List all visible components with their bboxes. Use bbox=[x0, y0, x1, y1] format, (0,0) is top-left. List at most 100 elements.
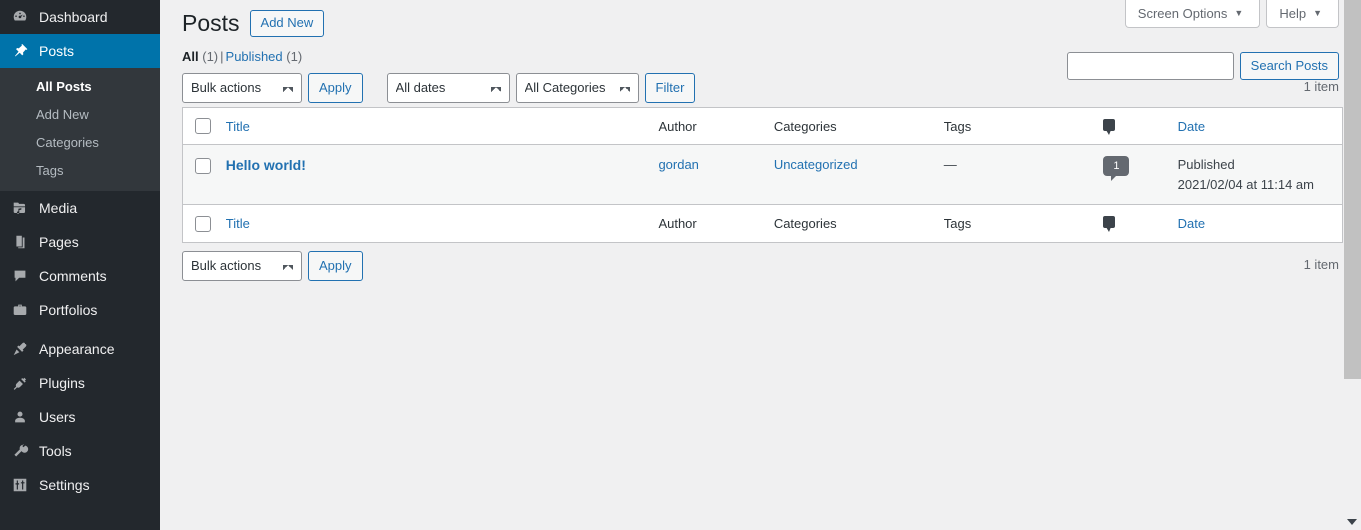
column-footer-author: Author bbox=[658, 204, 774, 243]
sidebar-item-plugins[interactable]: Plugins bbox=[0, 366, 160, 400]
view-all-count: (1) bbox=[202, 48, 219, 64]
sidebar-item-label: Users bbox=[39, 409, 76, 425]
column-header-date: Date bbox=[1177, 107, 1343, 146]
column-header-categories: Categories bbox=[773, 107, 944, 146]
sort-date-link[interactable]: Date bbox=[1178, 119, 1205, 134]
row-comments-cell: 1 bbox=[1103, 145, 1177, 205]
sidebar-item-settings[interactable]: Settings bbox=[0, 468, 160, 502]
admin-sidebar-menu: Dashboard Posts All Posts Add New Catego… bbox=[0, 0, 160, 530]
main-content-area: Screen Options ▼ Help ▼ Posts Add New Se… bbox=[160, 0, 1361, 530]
bulk-actions-select-top[interactable]: Bulk actions Edit Move to Trash bbox=[182, 72, 302, 103]
posts-table-head: Title Author Categories Tags Date bbox=[182, 107, 1343, 146]
sidebar-item-label: Comments bbox=[39, 268, 107, 284]
post-category-link[interactable]: Uncategorized bbox=[774, 157, 858, 172]
sidebar-item-users[interactable]: Users bbox=[0, 400, 160, 434]
row-date-cell: Published 2021/02/04 at 11:14 am bbox=[1178, 145, 1343, 205]
user-icon bbox=[10, 407, 30, 427]
sidebar-item-comments[interactable]: Comments bbox=[0, 259, 160, 293]
view-separator: | bbox=[220, 48, 224, 64]
comment-icon bbox=[1103, 118, 1116, 135]
select-all-checkbox-top[interactable] bbox=[195, 118, 211, 135]
submenu-item-all-posts[interactable]: All Posts bbox=[0, 73, 160, 101]
submenu-item-add-new[interactable]: Add New bbox=[0, 101, 160, 129]
row-categories-cell: Uncategorized bbox=[774, 145, 944, 205]
tablenav-bottom: Bulk actions Edit Move to Trash Apply 1 … bbox=[182, 251, 1341, 282]
settings-icon bbox=[10, 475, 30, 495]
category-filter-select[interactable]: All Categories Uncategorized bbox=[515, 72, 639, 103]
pin-icon bbox=[10, 41, 30, 61]
sidebar-item-label: Plugins bbox=[39, 375, 85, 391]
select-all-footer bbox=[182, 204, 226, 243]
chevron-down-icon: ▼ bbox=[1313, 8, 1322, 18]
wordpress-admin-screen: Dashboard Posts All Posts Add New Catego… bbox=[0, 0, 1361, 530]
comment-count-badge[interactable]: 1 bbox=[1103, 156, 1130, 182]
select-all-checkbox-bottom[interactable] bbox=[195, 216, 211, 233]
sidebar-item-label: Portfolios bbox=[39, 302, 98, 318]
add-new-button[interactable]: Add New bbox=[249, 10, 325, 38]
filter-button[interactable]: Filter bbox=[644, 72, 696, 103]
screen-options-tab[interactable]: Screen Options ▼ bbox=[1124, 0, 1261, 28]
view-published: Published (1) bbox=[226, 49, 303, 64]
apply-button-bottom[interactable]: Apply bbox=[308, 251, 363, 282]
sidebar-item-pages[interactable]: Pages bbox=[0, 225, 160, 259]
sidebar-item-label: Pages bbox=[39, 234, 79, 250]
column-header-tags: Tags bbox=[943, 107, 1104, 146]
apply-button-top[interactable]: Apply bbox=[308, 72, 363, 103]
posts-table: Title Author Categories Tags Date Hello … bbox=[182, 106, 1343, 244]
table-footer-row: Title Author Categories Tags Date bbox=[182, 204, 1343, 243]
sidebar-item-label: Appearance bbox=[39, 341, 115, 357]
posts-table-foot: Title Author Categories Tags Date bbox=[182, 204, 1343, 243]
page-scrollbar[interactable] bbox=[1344, 0, 1361, 530]
help-tab[interactable]: Help ▼ bbox=[1266, 0, 1339, 28]
post-title-link[interactable]: Hello world! bbox=[226, 157, 306, 173]
sort-date-link-footer[interactable]: Date bbox=[1178, 216, 1205, 231]
sidebar-item-tools[interactable]: Tools bbox=[0, 434, 160, 468]
sidebar-item-posts[interactable]: Posts bbox=[0, 34, 160, 68]
scroll-down-arrow-icon[interactable] bbox=[1347, 519, 1357, 525]
submenu-item-tags[interactable]: Tags bbox=[0, 157, 160, 185]
sidebar-item-label: Dashboard bbox=[39, 9, 108, 25]
column-footer-tags: Tags bbox=[943, 204, 1104, 243]
sidebar-item-portfolios[interactable]: Portfolios bbox=[0, 293, 160, 327]
row-checkbox[interactable] bbox=[195, 158, 211, 175]
post-author-link[interactable]: gordan bbox=[658, 157, 698, 172]
scrollbar-thumb[interactable] bbox=[1344, 0, 1361, 379]
submenu-item-categories[interactable]: Categories bbox=[0, 129, 160, 157]
sidebar-item-dashboard[interactable]: Dashboard bbox=[0, 0, 160, 34]
date-filter-select[interactable]: All dates February 2021 bbox=[386, 72, 510, 103]
view-published-count: (1) bbox=[286, 48, 303, 64]
displaying-count-top: 1 item bbox=[1303, 78, 1339, 94]
wrench-icon bbox=[10, 441, 30, 461]
sidebar-item-label: Tools bbox=[39, 443, 72, 459]
view-all-link[interactable]: All bbox=[182, 49, 199, 64]
sidebar-item-label: Posts bbox=[39, 43, 75, 59]
table-header-row: Title Author Categories Tags Date bbox=[182, 107, 1343, 146]
view-published-link[interactable]: Published bbox=[226, 49, 283, 64]
table-row: Hello world! gordan Uncategorized — 1 Pu… bbox=[182, 144, 1343, 205]
row-title-cell: Hello world! bbox=[226, 145, 659, 205]
row-author-cell: gordan bbox=[658, 145, 773, 205]
tablenav-top: Bulk actions Edit Move to Trash Apply Al… bbox=[182, 72, 1341, 103]
column-header-author: Author bbox=[658, 107, 774, 146]
portfolio-icon bbox=[10, 300, 30, 320]
chevron-down-icon: ▼ bbox=[1234, 8, 1244, 18]
screen-meta-links: Screen Options ▼ Help ▼ bbox=[1119, 0, 1339, 28]
brush-icon bbox=[10, 339, 30, 359]
sidebar-item-media[interactable]: Media bbox=[0, 191, 160, 225]
plug-icon bbox=[10, 373, 30, 393]
sort-title-link[interactable]: Title bbox=[226, 119, 250, 134]
sidebar-item-appearance[interactable]: Appearance bbox=[0, 332, 160, 366]
bulk-actions-select-bottom[interactable]: Bulk actions Edit Move to Trash bbox=[182, 251, 302, 282]
column-footer-categories: Categories bbox=[773, 204, 944, 243]
post-date-status: Published bbox=[1177, 157, 1235, 173]
column-header-comments bbox=[1103, 107, 1178, 146]
screen-options-label: Screen Options bbox=[1137, 5, 1228, 21]
posts-table-body: Hello world! gordan Uncategorized — 1 Pu… bbox=[182, 144, 1343, 205]
posts-submenu: All Posts Add New Categories Tags bbox=[0, 68, 160, 191]
media-icon bbox=[10, 198, 30, 218]
post-date-value: 2021/02/04 at 11:14 am bbox=[1177, 176, 1314, 192]
sort-title-link-footer[interactable]: Title bbox=[226, 216, 250, 231]
help-label: Help bbox=[1279, 5, 1307, 21]
dashboard-icon bbox=[10, 7, 30, 27]
comment-icon bbox=[10, 266, 30, 286]
